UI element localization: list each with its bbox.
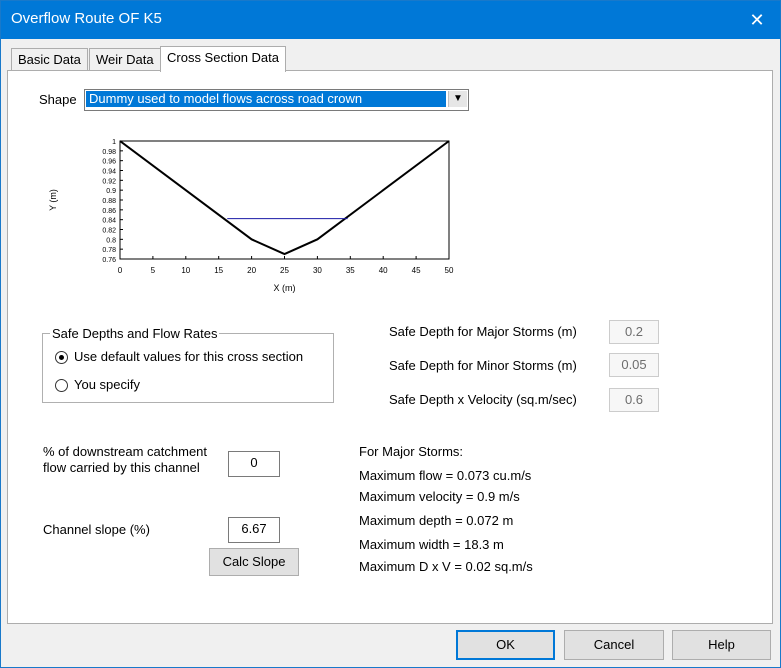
cancel-button[interactable]: Cancel xyxy=(564,630,664,660)
y-tick-label: 0.78 xyxy=(102,247,116,254)
safe-depth-major-field: 0.2 xyxy=(609,320,659,344)
y-tick-label: 0.94 xyxy=(102,169,116,176)
x-tick-label: 5 xyxy=(151,266,156,275)
y-tick-label: 0.8 xyxy=(106,237,116,244)
x-tick-label: 50 xyxy=(445,266,454,275)
safe-dxv-label: Safe Depth x Velocity (sq.m/sec) xyxy=(389,392,577,407)
shape-dropdown[interactable]: Dummy used to model flows across road cr… xyxy=(84,89,469,111)
tab-weir-data[interactable]: Weir Data xyxy=(89,48,161,71)
y-tick-label: 0.88 xyxy=(102,198,116,205)
y-tick-label: 0.84 xyxy=(102,218,116,225)
safe-depth-minor-field: 0.05 xyxy=(609,353,659,377)
cross-section-chart: 0 5 10 15 20 25 30 35 40 45 50 0.76 0.78 0.8 0.82 0.84 0… xyxy=(38,128,469,296)
y-tick-label: 0.92 xyxy=(102,178,116,185)
calc-slope-button[interactable]: Calc Slope xyxy=(209,548,299,576)
radio-default-label[interactable]: Use default values for this cross sectio… xyxy=(74,349,303,364)
result-max-velocity: Maximum velocity = 0.9 m/s xyxy=(359,489,520,504)
results-heading: For Major Storms: xyxy=(359,444,464,459)
x-axis-label: X (m) xyxy=(274,283,296,293)
x-tick-label: 40 xyxy=(379,266,388,275)
shape-label: Shape xyxy=(39,92,77,107)
tab-basic-data[interactable]: Basic Data xyxy=(11,48,88,71)
y-tick-label: 0.76 xyxy=(102,257,116,264)
result-max-width: Maximum width = 18.3 m xyxy=(359,537,504,552)
x-tick-label: 0 xyxy=(118,266,123,275)
chevron-down-icon[interactable]: ▼ xyxy=(448,91,467,107)
y-tick-label: 1 xyxy=(112,139,116,146)
result-max-depth: Maximum depth = 0.072 m xyxy=(359,513,514,528)
result-max-flow: Maximum flow = 0.073 cu.m/s xyxy=(359,468,532,483)
safe-depth-minor-label: Safe Depth for Minor Storms (m) xyxy=(389,358,577,373)
shape-selected-value: Dummy used to model flows across road cr… xyxy=(86,91,446,107)
y-axis-label: Y (m) xyxy=(48,189,58,211)
cross-section-line xyxy=(119,140,450,256)
y-tick-label: 0.82 xyxy=(102,228,116,235)
channel-slope-label: Channel slope (%) xyxy=(43,522,150,537)
downstream-flow-label: % of downstream catchment flow carried b… xyxy=(43,444,208,475)
ok-button[interactable]: OK xyxy=(456,630,555,660)
downstream-flow-input[interactable]: 0 xyxy=(228,451,280,477)
help-button[interactable]: Help xyxy=(672,630,771,660)
x-tick-label: 10 xyxy=(181,266,190,275)
safe-dxv-field: 0.6 xyxy=(609,388,659,412)
safe-depth-major-label: Safe Depth for Major Storms (m) xyxy=(389,324,577,339)
y-tick-label: 0.86 xyxy=(102,208,116,215)
x-tick-label: 25 xyxy=(280,266,289,275)
radio-specify-label[interactable]: You specify xyxy=(74,377,140,392)
y-tick-label: 0.98 xyxy=(102,149,116,156)
x-tick-label: 35 xyxy=(346,266,355,275)
close-icon[interactable]: ✕ xyxy=(734,1,780,39)
tab-cross-section-data[interactable]: Cross Section Data xyxy=(160,46,286,72)
title-bar: Overflow Route OF K5 ✕ xyxy=(1,1,780,39)
plot-frame xyxy=(119,140,450,260)
result-max-dxv: Maximum D x V = 0.02 sq.m/s xyxy=(359,559,533,574)
x-tick-label: 30 xyxy=(313,266,322,275)
x-tick-label: 45 xyxy=(412,266,421,275)
radio-you-specify[interactable] xyxy=(55,379,68,392)
x-tick-label: 15 xyxy=(214,266,223,275)
x-tick-label: 20 xyxy=(247,266,256,275)
safe-depths-group-title: Safe Depths and Flow Rates xyxy=(50,326,220,341)
radio-default-values[interactable] xyxy=(55,351,68,364)
channel-slope-input[interactable]: 6.67 xyxy=(228,517,280,543)
window-title: Overflow Route OF K5 xyxy=(11,10,162,27)
y-tick-label: 0.9 xyxy=(106,188,116,195)
cross-section-plot: 0 5 10 15 20 25 30 35 40 45 50 0.76 0.78 0.8 0.82 0.84 0… xyxy=(48,139,454,293)
y-tick-label: 0.96 xyxy=(102,159,116,166)
safe-depths-group xyxy=(42,333,334,403)
